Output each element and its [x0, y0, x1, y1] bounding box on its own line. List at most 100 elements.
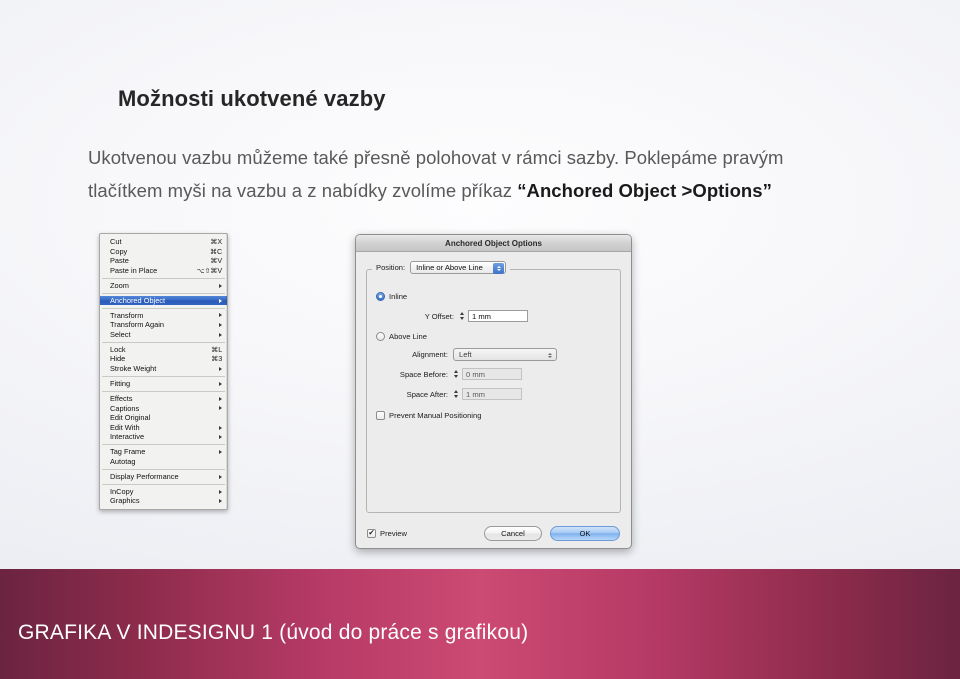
indesign-context-menu[interactable]: Cut ⌘X Copy ⌘C Paste ⌘V Paste in Place ⌥… [99, 233, 228, 511]
anchored-object-options-dialog[interactable]: Anchored Object Options Position: Inline… [355, 234, 632, 549]
menu-item-select[interactable]: Select [100, 330, 227, 340]
above-line-radio[interactable] [376, 332, 385, 341]
menu-item-graphics[interactable]: Graphics [100, 496, 227, 506]
chevron-right-icon [219, 396, 222, 401]
y-offset-row[interactable]: Y Offset: 1 mm [409, 310, 528, 322]
preview-checkbox[interactable] [367, 528, 376, 538]
menu-item-display-performance[interactable]: Display Performance [100, 472, 227, 482]
menu-item-label: Fitting [110, 379, 131, 388]
alignment-row[interactable]: Alignment: Left [386, 348, 557, 361]
prevent-manual-positioning-row[interactable]: Prevent Manual Positioning [376, 411, 481, 420]
menu-item-label: Lock [110, 344, 126, 354]
menu-item-label: Stroke Weight [110, 364, 157, 374]
chevron-right-icon [219, 450, 222, 455]
above-line-radio-row[interactable]: Above Line [376, 332, 427, 341]
body-line-2-emphasis: “Anchored Object >Options” [517, 180, 772, 201]
menu-item-hide[interactable]: Hide ⌘3 [100, 354, 227, 364]
menu-item-cut[interactable]: Cut ⌘X [100, 237, 227, 247]
menu-item-effects[interactable]: Effects [100, 394, 227, 404]
inline-radio[interactable] [376, 292, 385, 301]
menu-item-lock[interactable]: Lock ⌘L [100, 345, 227, 355]
menu-item-shortcut: ⌘V [210, 256, 222, 266]
dialog-titlebar: Anchored Object Options [356, 235, 631, 252]
preview-label: Preview [380, 528, 408, 538]
position-row: Position: Inline or Above Line [372, 261, 511, 274]
menu-separator [102, 341, 225, 343]
menu-separator [102, 277, 225, 279]
inline-radio-row[interactable]: Inline [376, 292, 407, 301]
menu-item-shortcut: ⌘3 [211, 354, 222, 364]
menu-item-fitting[interactable]: Fitting [100, 379, 227, 389]
page-title: Možnosti ukotvené vazby [118, 86, 386, 111]
alignment-label: Alignment: [412, 350, 448, 359]
space-before-field[interactable]: 0 mm [462, 368, 522, 380]
space-before-stepper[interactable] [452, 370, 460, 378]
chevron-right-icon [219, 381, 222, 386]
space-after-row[interactable]: Space After: 1 mm [376, 388, 522, 400]
menu-item-label: InCopy [110, 486, 134, 496]
menu-item-label: Tag Frame [110, 447, 146, 457]
menu-item-label: Graphics [110, 496, 140, 506]
alignment-select-value: Left [459, 350, 472, 359]
space-after-field[interactable]: 1 mm [462, 388, 522, 400]
menu-item-shortcut: ⌘X [210, 237, 222, 246]
space-after-stepper[interactable] [452, 390, 460, 398]
menu-item-zoom[interactable]: Zoom [100, 281, 227, 291]
chevron-right-icon [219, 499, 222, 504]
y-offset-value: 1 mm [472, 311, 491, 321]
menu-item-paste[interactable]: Paste ⌘V [100, 256, 227, 266]
dialog-title: Anchored Object Options [445, 238, 542, 248]
chevron-right-icon [219, 489, 222, 494]
y-offset-stepper[interactable] [458, 312, 466, 320]
footer-title: GRAFIKA V INDESIGNU 1 (úvod do práce s g… [18, 621, 529, 644]
chevron-right-icon [219, 474, 222, 479]
menu-item-paste-in-place[interactable]: Paste in Place ⌥⇧⌘V [100, 266, 227, 276]
menu-item-label: Autotag [110, 456, 136, 466]
menu-item-tag-frame[interactable]: Tag Frame [100, 447, 227, 457]
menu-item-label: Captions [110, 403, 140, 413]
menu-separator [102, 483, 225, 485]
menu-item-label: Select [110, 329, 131, 339]
menu-item-label: Transform Again [110, 320, 164, 330]
menu-separator [102, 390, 225, 392]
menu-item-edit-with[interactable]: Edit With [100, 423, 227, 433]
body-line-2-prefix: tlačítkem myši na vazbu a z nabídky zvol… [88, 180, 518, 201]
menu-item-stroke-weight[interactable]: Stroke Weight [100, 364, 227, 374]
menu-item-shortcut: ⌘C [210, 246, 222, 256]
prevent-manual-positioning-label: Prevent Manual Positioning [389, 411, 482, 420]
menu-item-captions[interactable]: Captions [100, 404, 227, 414]
y-offset-field[interactable]: 1 mm [468, 310, 528, 322]
menu-item-transform[interactable]: Transform [100, 311, 227, 321]
alignment-select[interactable]: Left [453, 348, 557, 361]
footer-band: GRAFIKA V INDESIGNU 1 (úvod do práce s g… [0, 569, 960, 679]
menu-item-label: Hide [110, 354, 126, 364]
chevron-updown-icon [493, 263, 505, 274]
inline-label: Inline [389, 292, 408, 301]
menu-item-edit-original[interactable]: Edit Original [100, 413, 227, 423]
menu-item-interactive[interactable]: Interactive [100, 432, 227, 442]
ok-button[interactable]: OK [550, 525, 620, 541]
dialog-body: Position: Inline or Above Line Inline Y … [356, 252, 631, 518]
prevent-manual-positioning-checkbox[interactable] [376, 411, 385, 420]
space-after-value: 1 mm [466, 389, 485, 399]
menu-separator [102, 444, 225, 446]
menu-item-copy[interactable]: Copy ⌘C [100, 247, 227, 257]
menu-item-anchored-object[interactable]: Anchored Object [100, 295, 227, 306]
preview-row[interactable]: Preview [367, 528, 408, 538]
menu-item-transform-again[interactable]: Transform Again [100, 320, 227, 330]
space-before-row[interactable]: Space Before: 0 mm [376, 368, 522, 380]
position-label: Position: [376, 263, 406, 272]
menu-item-incopy[interactable]: InCopy [100, 487, 227, 497]
position-select[interactable]: Inline or Above Line [410, 261, 507, 274]
menu-separator [102, 468, 225, 470]
menu-item-label: Edit Original [110, 413, 151, 423]
cancel-button[interactable]: Cancel [484, 525, 542, 541]
menu-item-autotag[interactable]: Autotag [100, 457, 227, 467]
menu-item-label: Display Performance [110, 471, 179, 481]
chevron-right-icon [219, 298, 222, 303]
chevron-right-icon [219, 435, 222, 440]
dialog-footer: Preview Cancel OK [356, 518, 631, 548]
space-before-value: 0 mm [466, 369, 485, 379]
menu-separator [102, 375, 225, 377]
menu-item-label: Interactive [110, 432, 145, 442]
